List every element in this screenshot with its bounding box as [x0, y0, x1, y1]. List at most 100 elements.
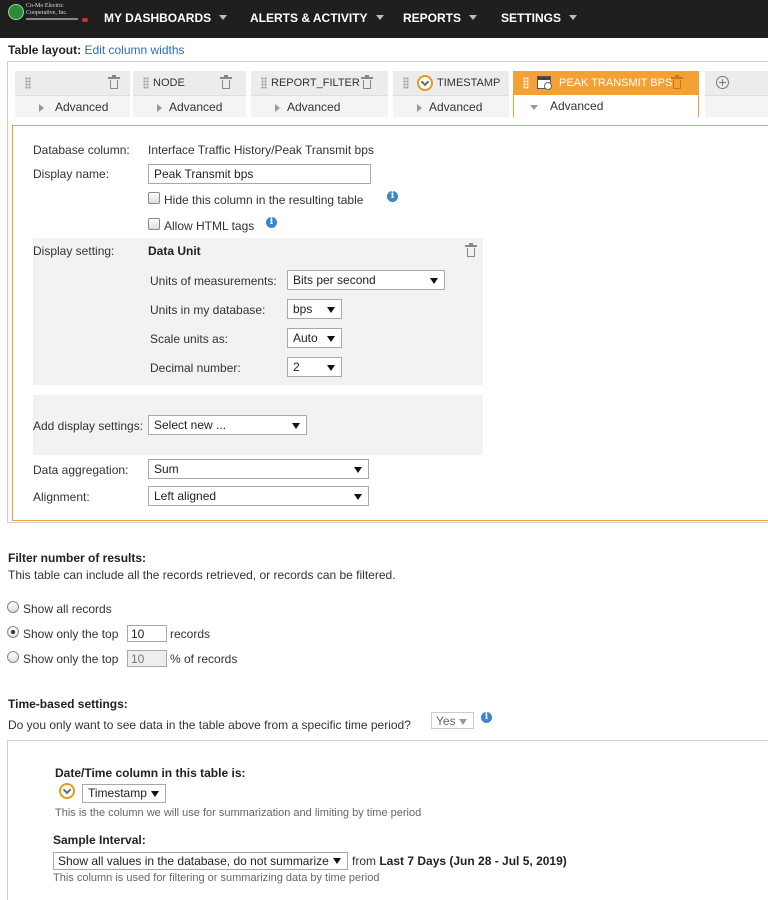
data-unit-title: Data Unit [148, 244, 201, 258]
nav-settings[interactable]: SETTINGS [501, 11, 578, 25]
db-column-label: Database column: [33, 143, 130, 157]
hide-column-label: Hide this column in the resulting table [164, 193, 364, 207]
top-nav: Co-Mo Electric Cooperative, Inc. MY DASH… [0, 0, 768, 38]
table-column-icon [537, 76, 552, 90]
trash-icon[interactable] [108, 75, 120, 89]
show-top-percent-label: Show only the top [23, 652, 119, 666]
aggregation-select[interactable]: Sum [148, 459, 369, 479]
trash-icon[interactable] [361, 75, 373, 89]
display-name-label: Display name: [33, 167, 110, 181]
sample-interval-select[interactable]: Show all values in the database, do not … [53, 852, 348, 870]
add-display-block: Add display settings: Select new ... [33, 395, 483, 455]
top-percent-suffix: % of records [170, 652, 238, 666]
trash-icon[interactable] [465, 243, 477, 257]
column-tab-1[interactable]: Advanced [15, 71, 130, 117]
info-icon[interactable]: i [387, 191, 398, 202]
time-settings-title: Time-based settings: [8, 697, 128, 711]
datetime-hint: This is the column we will use for summa… [55, 807, 422, 819]
allow-html-checkbox[interactable] [148, 218, 160, 230]
chevron-down-icon [569, 15, 578, 20]
add-icon[interactable] [716, 76, 729, 89]
advanced-toggle[interactable]: Advanced [169, 100, 222, 114]
units-select[interactable]: Bits per second [287, 270, 445, 290]
column-tab-peak-transmit-bps[interactable]: PEAK TRANSMIT BPS Advanced [513, 71, 699, 117]
column-settings-panel: Database column: Interface Traffic Histo… [12, 125, 768, 521]
caret-right-icon [275, 104, 280, 112]
show-all-radio[interactable] [7, 601, 19, 613]
time-settings-panel: Date/Time column in this table is: Times… [7, 740, 768, 900]
add-display-select[interactable]: Select new ... [148, 415, 307, 435]
decimal-select[interactable]: 2 [287, 357, 342, 377]
advanced-toggle[interactable]: Advanced [550, 99, 603, 113]
column-title: PEAK TRANSMIT BPS [559, 77, 673, 89]
allow-html-label: Allow HTML tags [164, 219, 255, 233]
add-column-sub [705, 95, 768, 117]
column-tab-node[interactable]: NODE Advanced [133, 71, 246, 117]
edit-column-widths-link[interactable]: Edit column widths [84, 43, 184, 57]
alignment-label: Alignment: [33, 490, 90, 504]
caret-right-icon [157, 104, 162, 112]
trash-icon[interactable] [220, 75, 232, 89]
advanced-toggle[interactable]: Advanced [287, 100, 340, 114]
logo-mark-icon [82, 18, 88, 22]
column-tab-report-filter[interactable]: REPORT_FILTER Advanced [251, 71, 388, 117]
chevron-down-icon [375, 15, 384, 20]
display-name-input[interactable]: Peak Transmit bps [148, 164, 371, 184]
column-title: NODE [153, 77, 185, 89]
trash-icon[interactable] [671, 75, 683, 89]
logo-line-1: Co-Mo Electric [26, 3, 64, 9]
drag-handle-icon[interactable] [25, 77, 31, 89]
db-units-select[interactable]: bps [287, 299, 342, 319]
advanced-toggle[interactable]: Advanced [55, 100, 108, 114]
db-units-label: Units in my database: [150, 303, 266, 317]
sample-interval-hint: This column is used for filtering or sum… [53, 872, 380, 884]
top-records-suffix: records [170, 627, 211, 641]
drag-handle-icon[interactable] [523, 77, 529, 89]
sample-interval-label: Sample Interval: [53, 833, 146, 847]
filter-title: Filter number of results: [8, 551, 147, 565]
top-percent-input[interactable]: 10 [127, 650, 167, 667]
time-question: Do you only want to see data in the tabl… [8, 718, 411, 732]
drag-handle-icon[interactable] [143, 77, 149, 89]
db-column-value: Interface Traffic History/Peak Transmit … [148, 143, 374, 157]
advanced-toggle[interactable]: Advanced [429, 100, 482, 114]
dropdown-arrow-icon [327, 307, 335, 313]
dropdown-arrow-icon [333, 858, 341, 864]
dropdown-arrow-icon [327, 365, 335, 371]
datetime-select[interactable]: Timestamp [82, 784, 166, 803]
column-editor: Advanced NODE Advanced REPORT_FILTER Adv… [7, 61, 768, 523]
dropdown-arrow-icon [459, 719, 467, 725]
scale-label: Scale units as: [150, 332, 229, 346]
show-top-label: Show only the top [23, 627, 119, 641]
drag-handle-icon[interactable] [403, 77, 409, 89]
filter-desc: This table can include all the records r… [8, 568, 396, 582]
company-logo[interactable]: Co-Mo Electric Cooperative, Inc. [6, 2, 90, 36]
time-period-select[interactable]: Yes [431, 712, 474, 729]
from-range[interactable]: from Last 7 Days (Jun 28 - Jul 5, 2019) [352, 854, 567, 868]
units-label: Units of measurements: [150, 274, 277, 288]
show-top-radio[interactable] [7, 626, 19, 638]
column-tab-timestamp[interactable]: TIMESTAMP Advanced [393, 71, 509, 117]
caret-right-icon [39, 104, 44, 112]
from-label: from [352, 854, 376, 868]
add-display-label: Add display settings: [33, 419, 144, 433]
show-top-percent-radio[interactable] [7, 651, 19, 663]
add-column-tab[interactable] [705, 71, 768, 95]
nav-reports[interactable]: REPORTS [403, 11, 478, 25]
table-layout-label: Table layout: [8, 43, 82, 57]
info-icon[interactable]: i [266, 217, 277, 228]
info-icon[interactable]: i [481, 712, 492, 723]
drag-handle-icon[interactable] [261, 77, 267, 89]
nav-my-dashboards[interactable]: MY DASHBOARDS [104, 11, 228, 25]
scale-select[interactable]: Auto [287, 328, 342, 348]
dropdown-arrow-icon [430, 278, 438, 284]
hide-column-checkbox[interactable] [148, 192, 160, 204]
nav-alerts-activity[interactable]: ALERTS & ACTIVITY [250, 11, 384, 25]
logo-globe-icon [8, 4, 24, 20]
from-value: Last 7 Days (Jun 28 - Jul 5, 2019) [379, 854, 567, 868]
alignment-select[interactable]: Left aligned [148, 486, 369, 506]
decimal-label: Decimal number: [150, 361, 241, 375]
chevron-down-icon [219, 15, 228, 20]
dropdown-arrow-icon [292, 423, 300, 429]
top-records-input[interactable]: 10 [127, 625, 167, 642]
